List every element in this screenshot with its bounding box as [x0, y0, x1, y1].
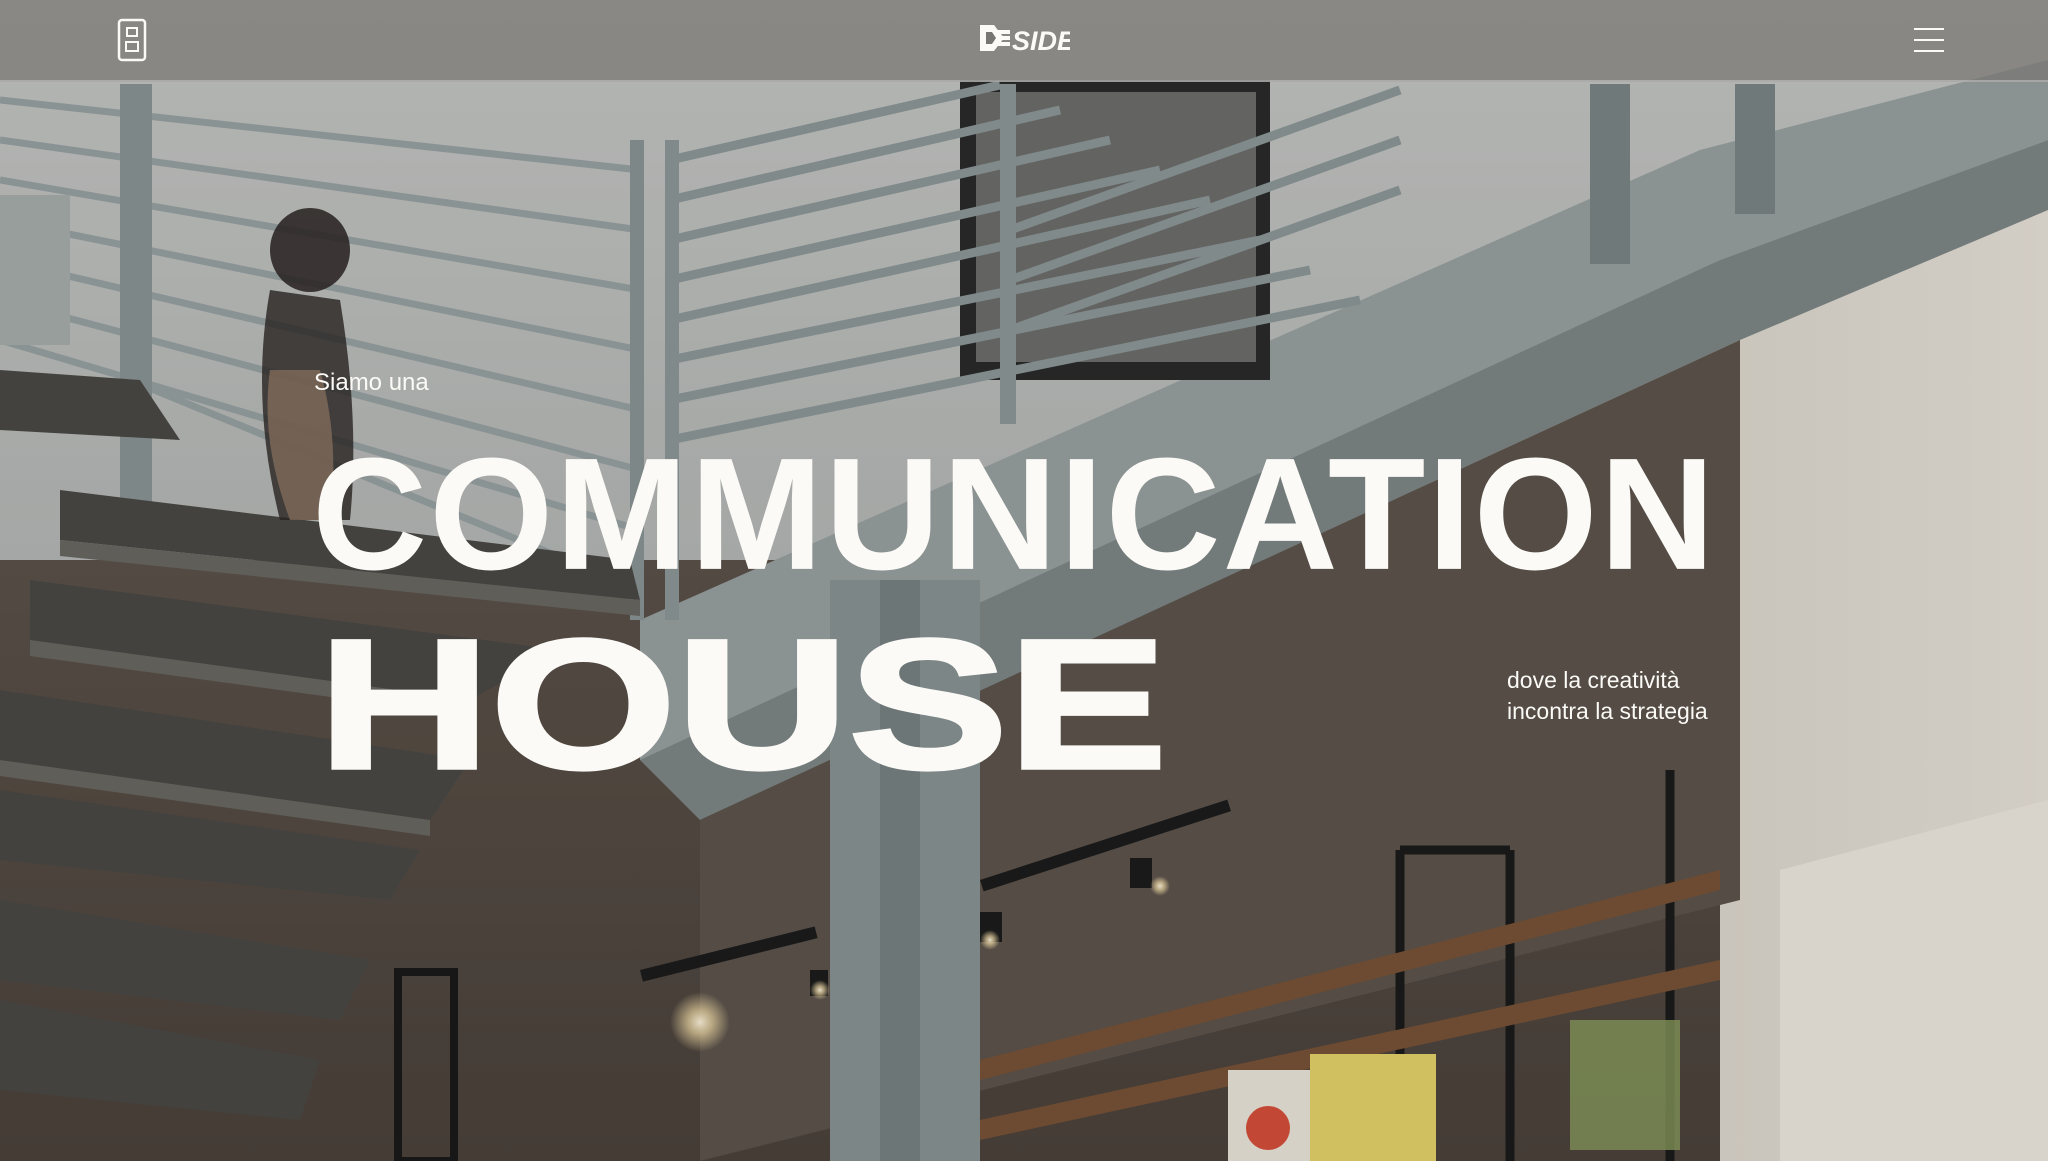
- top-navigation-bar: SIDE: [0, 0, 2048, 82]
- hero-headline-line1: COMMUNICATION: [312, 424, 1717, 604]
- hamburger-menu-icon: [1914, 28, 1944, 30]
- hero-kicker: Siamo una: [314, 369, 429, 396]
- hero-headline-line2: HOUSE: [315, 601, 1169, 808]
- hero-section: SIDE Siamo una COMMUNICATION HOUSE dove …: [0, 0, 2048, 1161]
- menu-button[interactable]: [1914, 26, 1948, 56]
- phone-button[interactable]: [116, 18, 148, 62]
- brand-logo[interactable]: SIDE: [978, 20, 1076, 56]
- svg-text:SIDE: SIDE: [1012, 26, 1070, 56]
- hero-tagline: dove la creatività incontra la strategia: [1507, 665, 1708, 727]
- deside-logo-icon: SIDE: [980, 25, 1076, 56]
- hamburger-menu-icon: [1914, 39, 1944, 41]
- hero-tagline-line1: dove la creatività: [1507, 667, 1680, 693]
- hero-tagline-line2: incontra la strategia: [1507, 698, 1708, 724]
- phone-icon: [117, 18, 147, 62]
- hamburger-menu-icon: [1914, 50, 1944, 52]
